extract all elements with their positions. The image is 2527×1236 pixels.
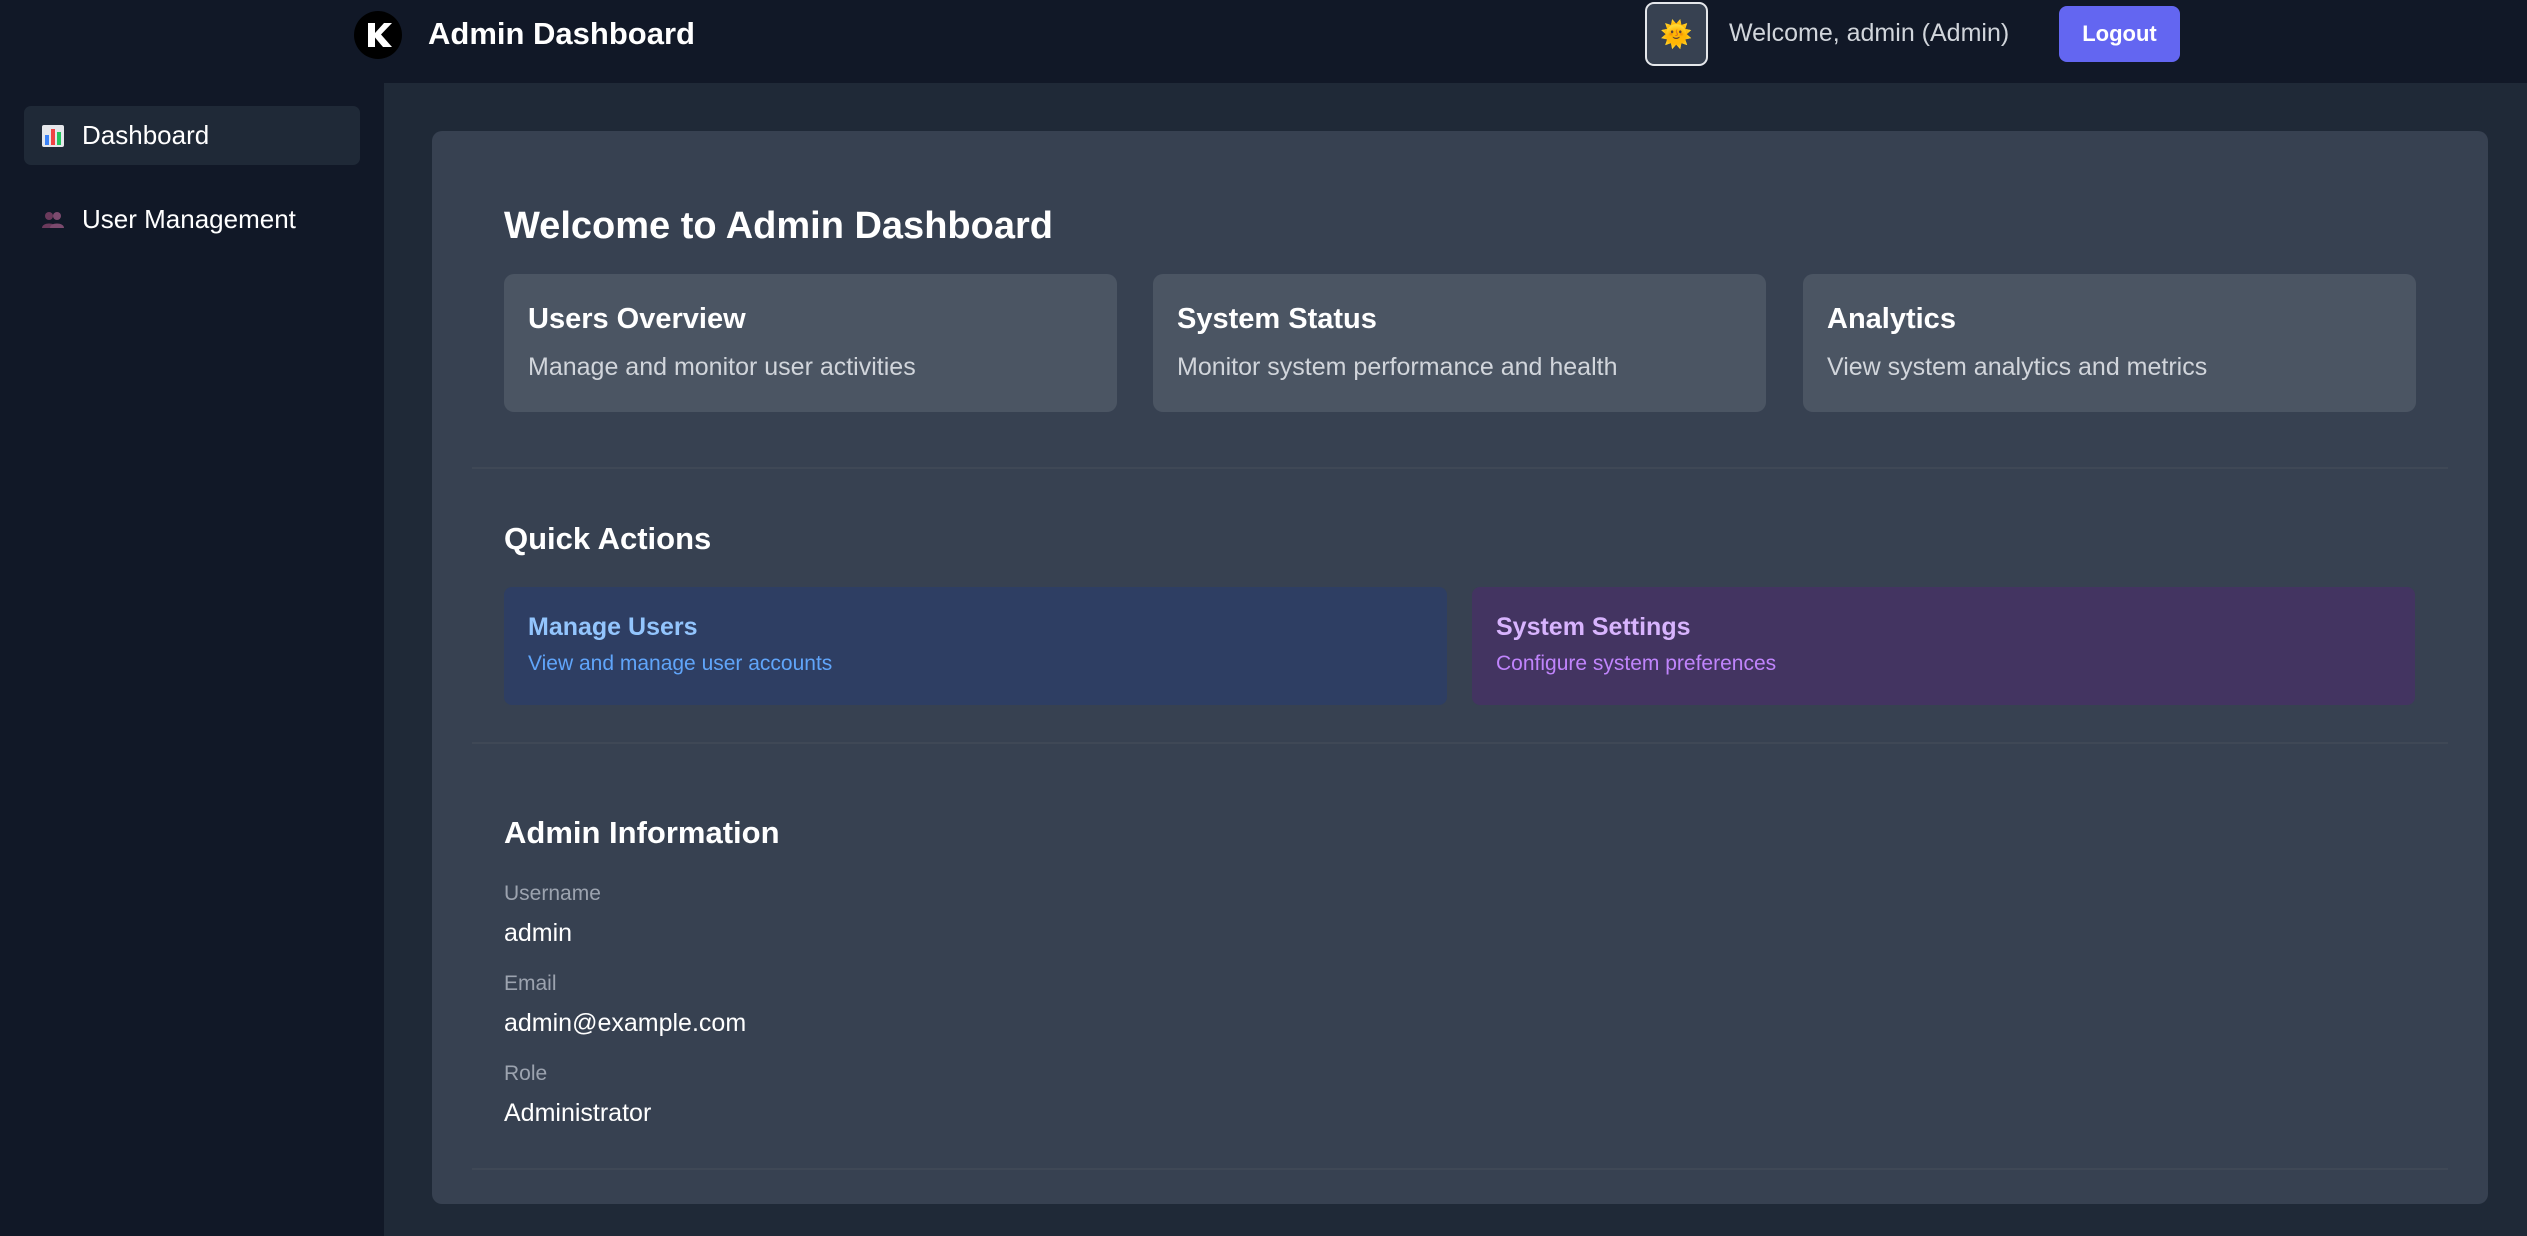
quick-action-description: Configure system preferences [1496,652,1777,675]
sidebar-item-user-management[interactable]: User Management [24,190,360,249]
manage-users-button[interactable]: Manage Users View and manage user accoun… [504,587,1447,705]
welcome-text: Welcome, admin (Admin) [1729,19,2010,47]
card-description: Monitor system performance and health [1177,353,1618,381]
sidebar-item-dashboard[interactable]: Dashboard [24,106,360,165]
quick-action-title: Manage Users [528,613,698,641]
sun-face-icon: 🌞 [1660,18,1693,49]
card-title: Users Overview [528,303,746,335]
card-title: Analytics [1827,303,1956,335]
role-value: Administrator [504,1099,652,1127]
top-bar: Admin Dashboard 🌞 Welcome, admin (Admin)… [0,0,2527,83]
k-logo-icon[interactable] [354,11,402,59]
section-divider [472,467,2448,469]
page-title: Welcome to Admin Dashboard [504,205,1053,247]
email-label: Email [504,972,557,995]
card-system-status[interactable]: System Status Monitor system performance… [1153,274,1766,412]
username-label: Username [504,882,601,905]
card-description: Manage and monitor user activities [528,353,916,381]
logout-button[interactable]: Logout [2059,6,2180,62]
card-description: View system analytics and metrics [1827,353,2208,381]
section-divider [472,742,2448,744]
dashboard-panel: Welcome to Admin Dashboard Users Overvie… [432,131,2488,1204]
quick-action-description: View and manage user accounts [528,652,833,675]
username-value: admin [504,919,573,947]
sidebar-item-label: User Management [82,204,296,234]
card-users-overview[interactable]: Users Overview Manage and monitor user a… [504,274,1117,412]
sidebar: Dashboard User Management [0,83,384,1236]
admin-information-heading: Admin Information [504,815,780,850]
users-icon [40,207,66,233]
email-value: admin@example.com [504,1009,747,1037]
system-settings-button[interactable]: System Settings Configure system prefere… [1472,587,2415,705]
sidebar-item-label: Dashboard [82,120,210,150]
card-analytics[interactable]: Analytics View system analytics and metr… [1803,274,2416,412]
app-title: Admin Dashboard [428,16,695,51]
quick-actions-heading: Quick Actions [504,521,712,556]
quick-action-title: System Settings [1496,613,1691,641]
role-label: Role [504,1062,548,1085]
card-title: System Status [1177,303,1377,335]
section-divider [472,1168,2448,1170]
bar-chart-icon [40,123,66,149]
main-content: Welcome to Admin Dashboard Users Overvie… [384,83,2527,1236]
avatar[interactable]: 🌞 [1645,2,1708,66]
